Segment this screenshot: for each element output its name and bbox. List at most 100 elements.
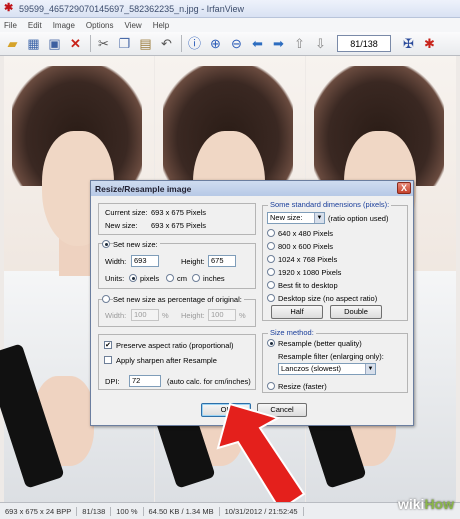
chevron-down-icon: ▼ [365,364,375,374]
best-fit-label: Best fit to desktop [278,281,338,290]
pct-height-label: Height: [181,311,205,320]
std-1024-radio[interactable] [267,255,275,263]
desktop-size-radio[interactable] [267,294,275,302]
preserve-aspect-label: Preserve aspect ratio (proportional) [116,341,234,350]
set-percentage-radio[interactable] [102,295,110,303]
chevron-down-icon: ▼ [314,213,324,223]
resize-faster-label: Resize (faster) [278,382,327,391]
std-640-radio[interactable] [267,229,275,237]
settings-icon[interactable]: ✠ [399,34,418,53]
dialog-title: Resize/Resample image [95,183,192,194]
prev-icon[interactable]: ⬅ [248,34,267,53]
standard-dimensions-title: Some standard dimensions (pixels): [268,200,392,209]
new-size-label: New size: [105,221,138,230]
title-bar: ✱ 59599_465729070145697_582362235_n.jpg … [0,0,460,18]
menu-image[interactable]: Image [53,21,75,30]
preserve-aspect-checkbox[interactable]: ✔ [104,341,112,349]
dpi-label: DPI: [105,377,120,386]
toolbar-separator [90,35,91,52]
filter-label: Resample filter (enlarging only): [278,352,384,361]
copy-icon[interactable]: ❐ [115,34,134,53]
paste-icon[interactable]: ▤ [136,34,155,53]
apply-sharpen-label: Apply sharpen after Resample [116,356,217,365]
dialog-title-bar: Resize/Resample image X [91,181,413,196]
best-fit-radio[interactable] [267,281,275,289]
std-1920-radio[interactable] [267,268,275,276]
cut-icon[interactable]: ✂ [94,34,113,53]
new-size-select[interactable]: New size: ▼ [267,212,325,224]
save-icon[interactable]: ▣ [45,34,64,53]
resample-radio[interactable] [267,339,275,347]
wikihow-logo: wikiHow [398,496,454,512]
zoom-out-icon[interactable]: ⊖ [227,34,246,53]
pct-width-input[interactable]: 100 [131,309,159,321]
status-date: 10/31/2012 / 21:52:45 [220,506,304,516]
delete-icon[interactable]: ✕ [66,34,85,53]
irfan-icon[interactable]: ✱ [420,34,439,53]
wikihow-logo-how: How [424,496,454,512]
ratio-note: (ratio option used) [328,214,389,223]
undo-icon[interactable]: ↶ [157,34,176,53]
open-folder-icon[interactable]: ▰ [3,34,22,53]
pct-width-unit: % [162,311,169,320]
page-counter: 81/138 [337,35,391,52]
menu-options[interactable]: Options [86,21,114,30]
menu-view[interactable]: View [125,21,142,30]
size-method-title: Size method: [268,328,316,337]
std-640-label: 640 x 480 Pixels [278,229,334,238]
status-filesize: 64.50 KB / 1.34 MB [144,506,220,516]
units-inches-radio[interactable] [192,274,200,282]
pct-height-unit: % [239,311,246,320]
units-cm-radio[interactable] [166,274,174,282]
irfanview-app-icon: ✱ [4,2,14,14]
info-icon[interactable]: ⓘ [185,34,204,53]
resize-faster-radio[interactable] [267,382,275,390]
std-1024-label: 1024 x 768 Pixels [278,255,338,264]
next-icon[interactable]: ➡ [269,34,288,53]
first-icon[interactable]: ⇧ [290,34,309,53]
double-button[interactable]: Double [330,305,382,319]
pct-height-input[interactable]: 100 [208,309,236,321]
height-label: Height: [181,257,205,266]
units-pixels-radio[interactable] [129,274,137,282]
units-inches-label: inches [203,274,225,283]
resize-dialog: Resize/Resample image X Current size: 69… [90,180,414,426]
status-index: 81/138 [77,506,112,516]
dpi-note: (auto calc. for cm/inches) [167,377,251,386]
half-button[interactable]: Half [271,305,323,319]
menu-help[interactable]: Help [153,21,169,30]
red-arrow-icon [216,402,306,512]
current-size-label: Current size: [105,208,148,217]
last-icon[interactable]: ⇩ [311,34,330,53]
status-bar: 693 x 675 x 24 BPP 81/138 100 % 64.50 KB… [0,502,460,519]
toolbar: ▰ ▦ ▣ ✕ ✂ ❐ ▤ ↶ ⓘ ⊕ ⊖ ⬅ ➡ ⇧ ⇩ 81/138 ✠ ✱ [0,32,460,56]
menu-edit[interactable]: Edit [28,21,42,30]
units-label: Units: [105,274,125,283]
close-icon[interactable]: X [397,182,411,194]
status-zoom: 100 % [111,506,144,516]
height-input[interactable]: 675 [208,255,236,267]
filter-select-value: Lanczos (slowest) [281,364,342,373]
width-input[interactable]: 693 [131,255,159,267]
status-dimensions: 693 x 675 x 24 BPP [0,506,78,516]
std-800-radio[interactable] [267,242,275,250]
apply-sharpen-checkbox[interactable] [104,356,112,364]
resample-label: Resample (better quality) [278,339,362,348]
menu-file[interactable]: File [4,21,17,30]
std-800-label: 800 x 600 Pixels [278,242,334,251]
zoom-in-icon[interactable]: ⊕ [206,34,225,53]
dpi-input[interactable]: 72 [129,375,161,387]
slideshow-icon[interactable]: ▦ [24,34,43,53]
current-size-value: 693 x 675 Pixels [151,208,207,217]
set-new-size-label: Set new size: [113,240,160,249]
desktop-size-label: Desktop size (no aspect ratio) [278,294,378,303]
menu-bar: File Edit Image Options View Help [0,18,460,32]
units-pixels-label: pixels [140,274,160,283]
std-1920-label: 1920 x 1080 Pixels [278,268,342,277]
units-cm-label: cm [177,274,187,283]
set-new-size-radio[interactable] [102,240,110,248]
filter-select[interactable]: Lanczos (slowest) ▼ [278,363,376,375]
new-size-select-value: New size: [270,213,303,222]
toolbar-separator [181,35,182,52]
wikihow-logo-wiki: wiki [397,496,425,512]
